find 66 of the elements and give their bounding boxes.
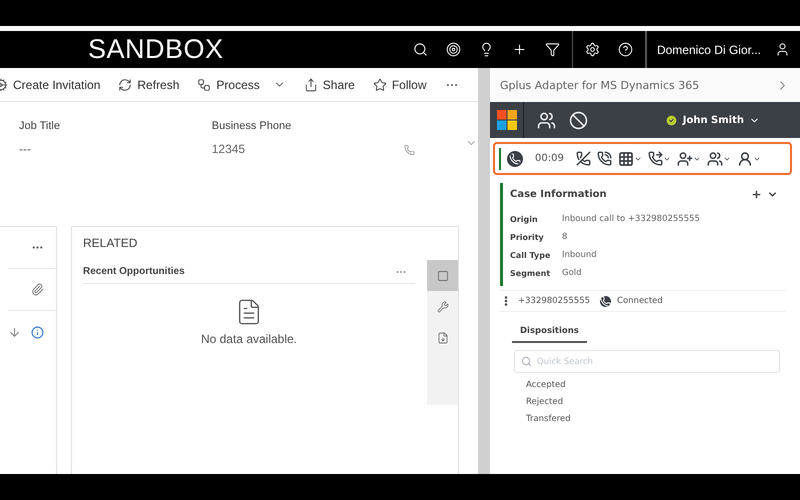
search-icon[interactable] [412,42,428,57]
command-button[interactable]: Create Invitation [0,78,100,92]
case-field-label: Segment [510,268,552,278]
case-title: Case Information [510,189,607,200]
keypad-button[interactable] [618,150,642,166]
command-button[interactable]: Share [304,78,355,92]
field-label: Job Title [19,120,61,132]
app-title: SANDBOX [88,34,225,65]
user-icon[interactable] [775,42,790,57]
case-field-label: Origin [510,214,539,224]
help-icon[interactable] [618,42,633,57]
call-status: Connected [617,296,663,306]
people-icon[interactable] [537,110,556,130]
transfer-button[interactable] [676,150,701,166]
field-value: 12345 [212,142,246,156]
panel-title: Gplus Adapter for MS Dynamics 365 [500,78,700,92]
scrollbar[interactable] [478,68,490,474]
window-icon [436,270,448,282]
arrow-down-icon[interactable] [8,326,21,338]
command-button[interactable]: Refresh [118,78,180,92]
field-value: --- [19,142,32,156]
empty-message: No data available. [200,332,298,346]
case-field-value: Inbound [562,250,597,260]
agent-status-button[interactable]: John Smith [658,112,766,128]
section-title: RELATED [83,236,138,250]
case-field-value: Inbound call to +332980255555 [562,214,700,224]
command-button[interactable]: Process [197,78,286,92]
flow-icon [197,78,212,92]
wrench-icon [436,300,448,312]
hang-up-button[interactable] [576,151,591,166]
disposition-item[interactable]: Transfered [526,414,800,424]
disposition-item[interactable]: Rejected [526,397,800,407]
paperclip-icon[interactable] [31,283,44,296]
document-icon [436,332,448,344]
search-field[interactable]: Quick Search [514,350,780,373]
call-options-button[interactable] [648,151,671,166]
share-icon [304,78,318,92]
filter-icon[interactable] [544,42,560,57]
plus-icon[interactable] [751,189,762,200]
search-icon [521,356,532,367]
disposition-item[interactable]: Accepted [526,380,800,390]
phone-icon [600,296,612,306]
phone-number: +332980255555 [518,296,590,306]
command-button[interactable]: Follow [372,78,426,92]
call-timer: 00:09 [535,153,564,164]
user-name[interactable]: Domenico Di Gior... [646,42,775,56]
phone-icon[interactable] [404,144,416,156]
case-field-value: 8 [562,232,568,242]
refresh-icon [118,78,132,92]
block-icon[interactable] [569,110,588,130]
settings-icon[interactable] [584,42,600,57]
case-field-label: Call Type [510,250,552,260]
windows-logo-icon[interactable] [496,110,516,130]
consult-button[interactable] [736,150,761,166]
hold-button[interactable] [596,151,612,166]
case-field-value: Gold [562,268,582,278]
subsection-title: Recent Opportunities [83,266,185,277]
star-icon [372,78,387,92]
target-icon[interactable] [446,42,461,57]
plus-icon[interactable] [512,42,527,57]
conference-button[interactable] [706,150,731,166]
phone-icon [507,150,523,166]
tab[interactable]: Dispositions [512,326,587,343]
info-icon[interactable] [31,326,44,338]
case-field-label: Priority [510,232,545,242]
field-label: Business Phone [212,120,292,132]
